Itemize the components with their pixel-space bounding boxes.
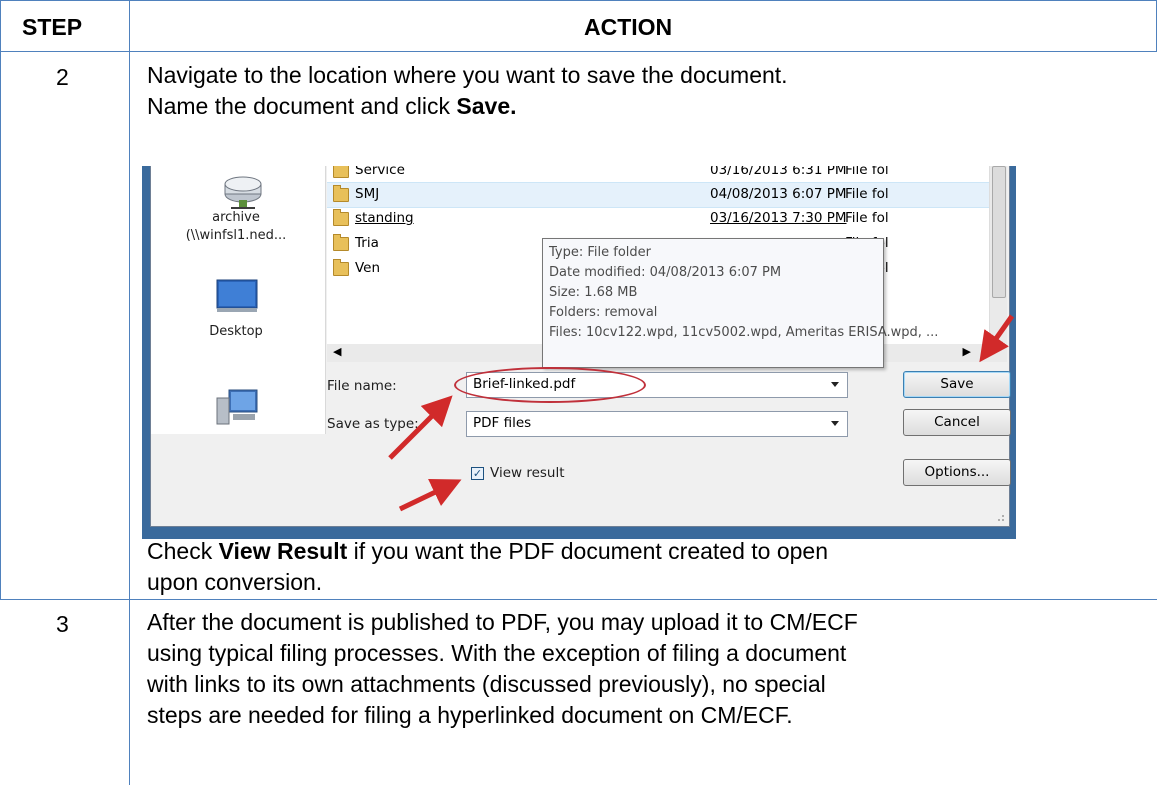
arrow-to-filename-icon bbox=[388, 395, 453, 460]
annotation-arrows bbox=[388, 314, 1015, 512]
step-column-header: STEP bbox=[22, 14, 83, 40]
instruction-bold: Save. bbox=[456, 93, 517, 119]
instruction-line: using typical filing processes. With the… bbox=[147, 640, 847, 666]
instruction-text: Navigate to the location where you want … bbox=[147, 60, 1137, 122]
row-separator bbox=[0, 599, 1157, 600]
instruction-line: Name the document and click bbox=[147, 93, 457, 119]
save-dialog-screenshot: archive (\\winfsl1.ned... Desktop Servic… bbox=[142, 166, 1016, 539]
instruction-line: if you want the PDF document created to … bbox=[347, 538, 829, 564]
instruction-line: upon conversion. bbox=[147, 569, 323, 595]
instruction-line: with links to its own attachments (discu… bbox=[147, 671, 826, 697]
step-number: 3 bbox=[56, 611, 69, 637]
instruction-line: After the document is published to PDF, … bbox=[147, 609, 858, 635]
instruction-bold: View Result bbox=[218, 538, 348, 564]
arrow-to-save-icon bbox=[979, 314, 1015, 363]
instruction-line: Check bbox=[147, 538, 219, 564]
instruction-text: After the document is published to PDF, … bbox=[147, 607, 1137, 731]
instruction-line: Navigate to the location where you want … bbox=[147, 62, 788, 88]
step-number: 2 bbox=[56, 64, 69, 90]
view-result-instruction: Check View Result if you want the PDF do… bbox=[147, 536, 1137, 598]
instruction-line: steps are needed for filing a hyperlinke… bbox=[147, 702, 793, 728]
table-left-border bbox=[0, 0, 1, 599]
action-column-header: ACTION bbox=[584, 14, 673, 40]
arrow-to-checkbox-icon bbox=[398, 478, 462, 512]
column-divider bbox=[129, 0, 130, 785]
header-row-border bbox=[0, 51, 1157, 52]
table-top-border bbox=[0, 0, 1157, 1]
